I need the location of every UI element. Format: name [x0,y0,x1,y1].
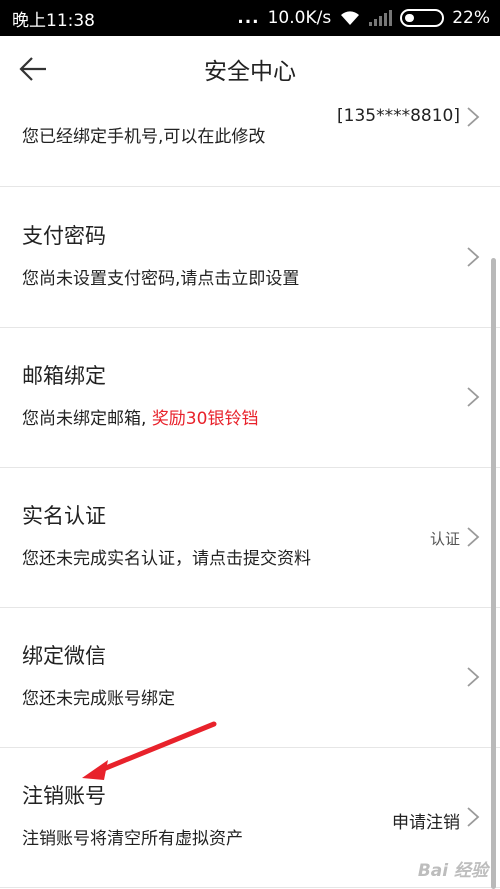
battery-percent: 22% [452,8,490,28]
watermark: Bai 经验 [417,861,488,881]
row-email-binding[interactable]: 邮箱绑定 您尚未绑定邮箱, 奖励30银铃铛 [0,328,500,468]
row-subtitle-text: 您尚未绑定邮箱, [22,409,152,429]
chevron-right-icon [467,807,480,827]
row-title: 绑定微信 [22,644,106,668]
row-subtitle: 您尚未绑定邮箱, 奖励30银铃铛 [22,404,258,429]
reward-text: 奖励30银铃铛 [151,409,259,429]
chevron-right-icon [467,247,480,267]
row-subtitle: 您还未完成实名认证，请点击提交资料 [22,549,311,569]
status-bar: 晚上11:38 ... 10.0K/s 22% [0,0,500,36]
chevron-right-icon [467,387,480,407]
row-subtitle: 注销账号将清空所有虚拟资产 [22,829,243,849]
row-payment-password[interactable]: 支付密码 您尚未设置支付密码,请点击立即设置 [0,188,500,328]
wifi-icon [341,11,360,25]
page-title: 安全中心 [204,59,296,85]
chevron-right-icon [467,667,480,687]
row-phone-binding[interactable]: 您已经绑定手机号,可以在此修改 [135****8810] [0,102,500,187]
row-title: 邮箱绑定 [22,364,106,388]
row-value: 申请注销 [392,813,460,833]
row-wechat-binding[interactable]: 绑定微信 您还未完成账号绑定 [0,608,500,748]
nav-bar: 安全中心 [0,36,500,102]
arrow-left-icon[interactable] [16,52,50,86]
signal-icon [369,10,393,26]
status-time: 晚上11:38 [12,10,95,31]
scrollbar[interactable] [491,258,496,889]
battery-icon [400,9,445,27]
row-realname-verification[interactable]: 实名认证 您还未完成实名认证，请点击提交资料 认证 [0,468,500,608]
chevron-right-icon [467,107,480,127]
row-title: 支付密码 [22,224,106,248]
row-title: 实名认证 [22,504,106,528]
row-value: 认证 [429,530,460,548]
notification-dots: ... [237,8,260,28]
network-speed: 10.0K/s [267,8,332,28]
row-subtitle: 您已经绑定手机号,可以在此修改 [22,127,266,147]
row-subtitle: 您还未完成账号绑定 [22,689,175,709]
row-value: [135****8810] [337,106,460,126]
row-subtitle: 您尚未设置支付密码,请点击立即设置 [22,269,300,289]
annotation-arrow-icon [82,721,217,780]
chevron-right-icon [467,527,480,547]
status-right: ... 10.0K/s 22% [237,8,490,28]
